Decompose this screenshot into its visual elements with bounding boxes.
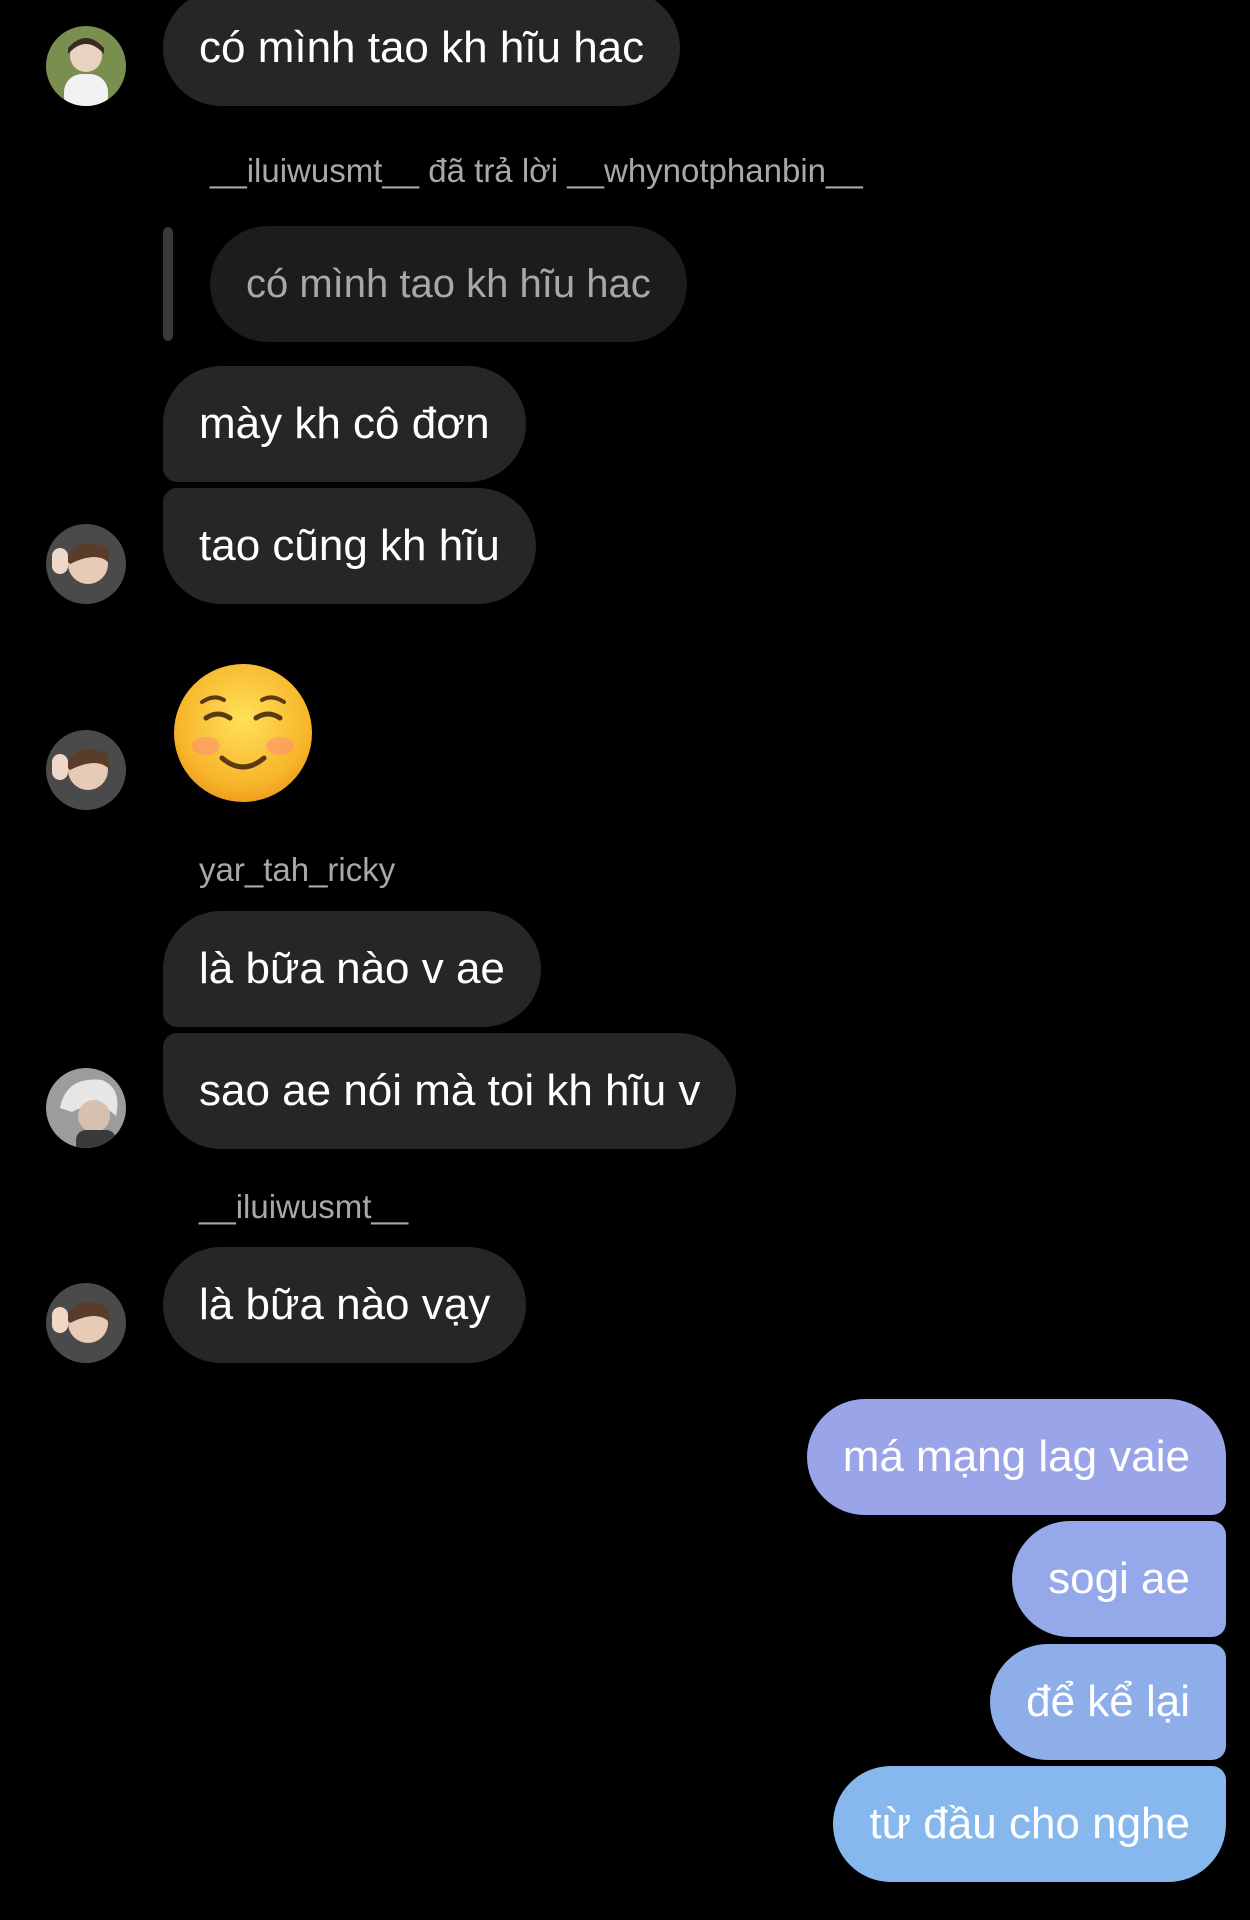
avatar[interactable]	[46, 1283, 126, 1363]
smiling-face-icon[interactable]	[172, 662, 314, 804]
avatar[interactable]	[46, 26, 126, 106]
message-bubble[interactable]: tao cũng kh hĩu	[163, 488, 536, 604]
sender-name: yar_tah_ricky	[199, 851, 396, 888]
message-bubble[interactable]: là bữa nào v ae	[163, 911, 541, 1027]
sender-name: __iluiwusmt__	[199, 1188, 409, 1225]
message-bubble[interactable]: sao ae nói mà toi kh hĩu v	[163, 1033, 737, 1149]
avatar[interactable]	[46, 1068, 126, 1148]
outgoing-message-bubble[interactable]: để kể lại	[990, 1644, 1226, 1760]
message-bubble[interactable]: mày kh cô đơn	[163, 366, 526, 482]
outgoing-message-bubble[interactable]: sogi ae	[1012, 1521, 1226, 1637]
message-bubble[interactable]: có mình tao kh hĩu hac	[163, 0, 681, 106]
reply-indicator	[163, 227, 173, 341]
quoted-message[interactable]: có mình tao kh hĩu hac	[210, 226, 687, 342]
outgoing-message-bubble[interactable]: từ đầu cho nghe	[833, 1766, 1226, 1882]
message-bubble[interactable]: là bữa nào vạy	[163, 1247, 527, 1363]
outgoing-message-bubble[interactable]: má mạng lag vaie	[806, 1399, 1226, 1515]
reply-header: __iluiwusmt__ đã trả lời __whynotphanbin…	[210, 152, 863, 189]
avatar[interactable]	[46, 730, 126, 810]
avatar[interactable]	[46, 524, 126, 604]
